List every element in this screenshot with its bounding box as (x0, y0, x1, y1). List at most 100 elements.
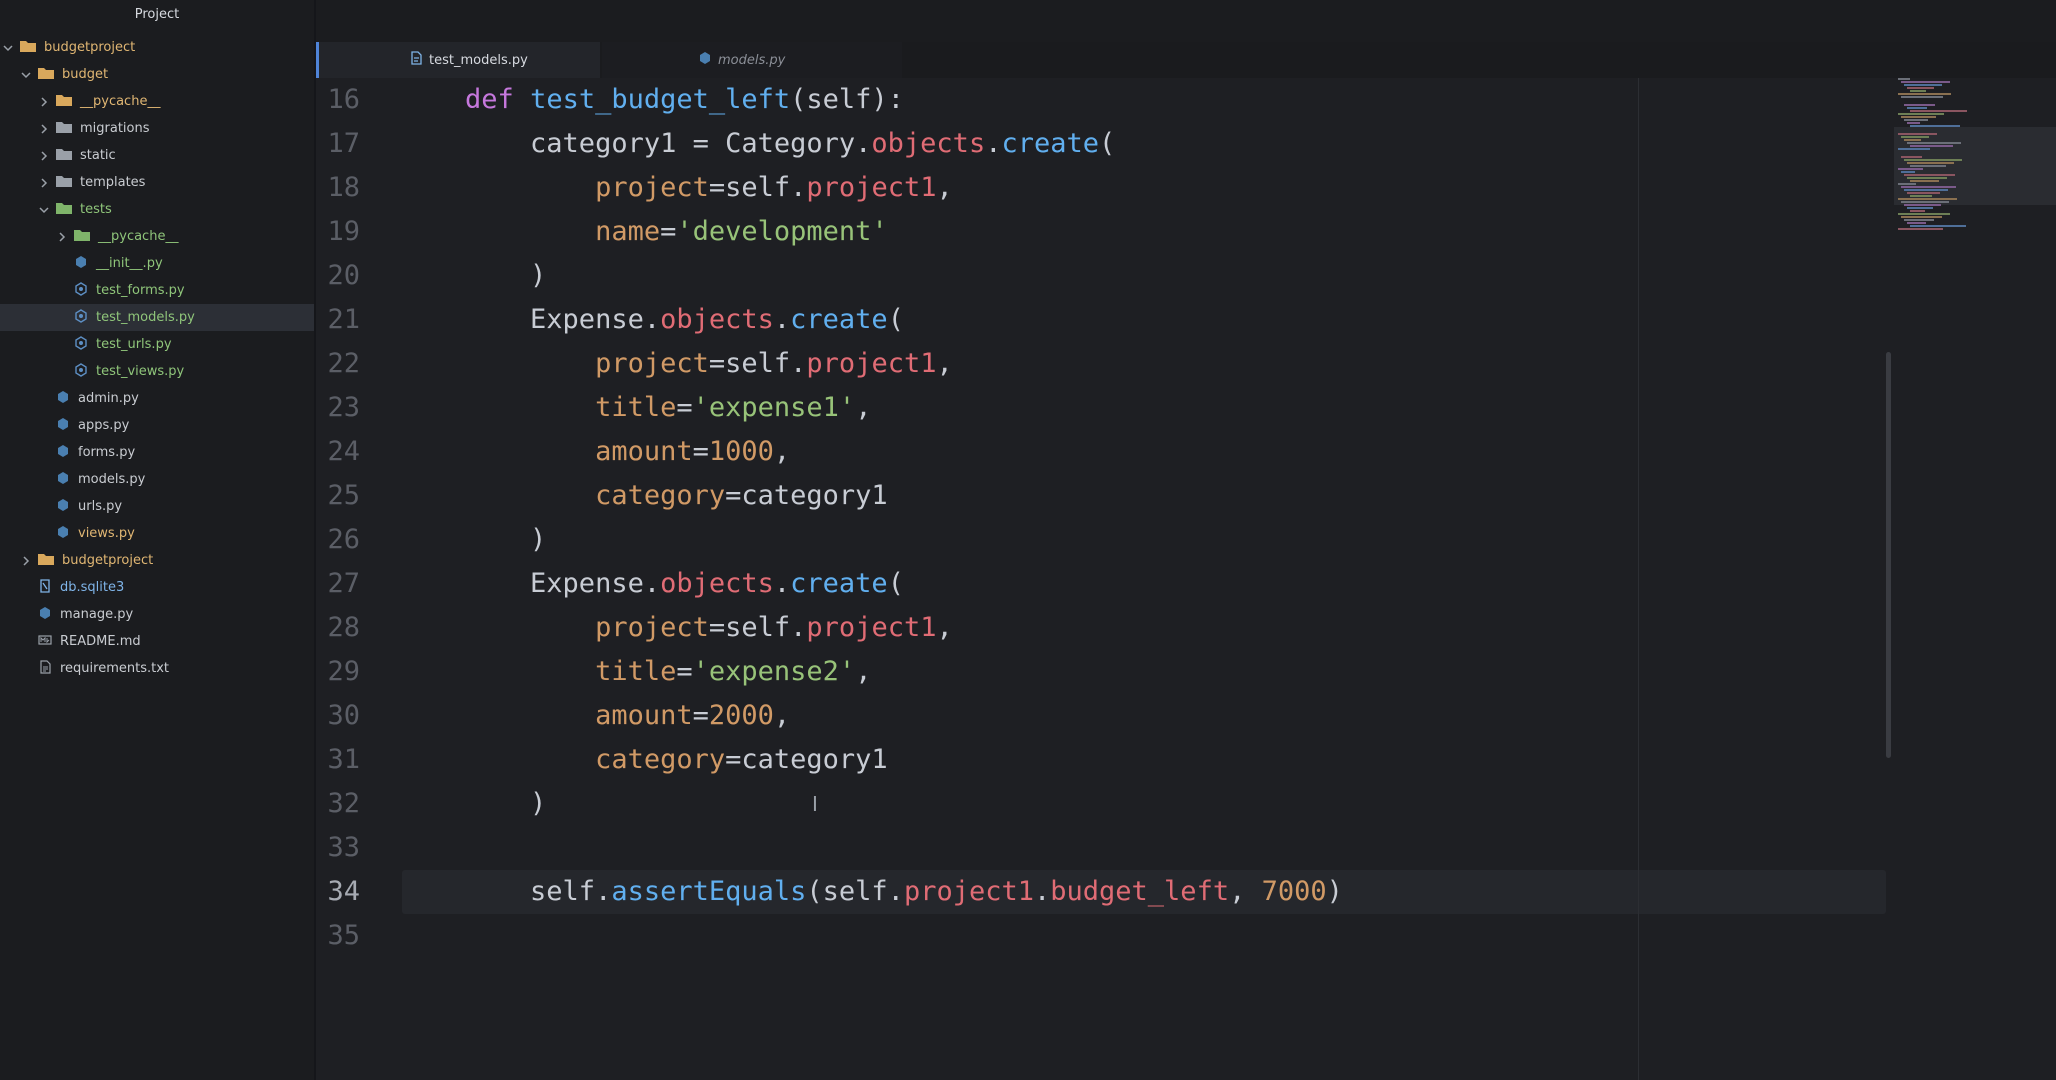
tree-file[interactable]: manage.py (0, 601, 314, 628)
code-line[interactable]: 29 title='expense2', (316, 650, 1876, 694)
chevron-right-icon[interactable] (56, 231, 68, 243)
line-number: 18 (327, 172, 360, 203)
tree-folder[interactable]: budgetproject (0, 547, 314, 574)
sidebar-title: Project (134, 7, 180, 22)
line-text: self.assertEquals(self.project1.budget_l… (400, 870, 1343, 914)
code-line[interactable]: 35 (316, 914, 1876, 958)
code-token: 2000 (708, 700, 774, 731)
minimap[interactable] (1894, 78, 2056, 278)
code-token: , (855, 392, 872, 423)
tree-item-label: apps.py (78, 418, 130, 433)
chevron-right-icon[interactable] (38, 123, 50, 135)
code-token: title (595, 656, 677, 687)
tree-file[interactable]: __init__.py (0, 250, 314, 277)
line-number: 22 (327, 348, 360, 379)
tree-folder[interactable]: budget (0, 61, 314, 88)
code-line[interactable]: 33 (316, 826, 1876, 870)
tab-test-models[interactable]: test_models.py (316, 42, 600, 78)
minimap-line (1904, 189, 1948, 191)
code-line[interactable]: 23 title='expense1', (316, 386, 1876, 430)
minimap-line (1898, 78, 1910, 80)
code-line[interactable]: 21 Expense.objects.create( (316, 298, 1876, 342)
minimap-line (1910, 165, 1946, 167)
python-test-icon (74, 281, 96, 300)
code-token: ( (1099, 128, 1116, 159)
tree-folder[interactable]: budgetproject (0, 34, 314, 61)
code-area[interactable]: 16 def test_budget_left(self): 17 categor… (316, 78, 2056, 1080)
chevron-right-icon[interactable] (20, 555, 32, 567)
minimap-line (1910, 210, 1925, 212)
markdown-icon (38, 633, 60, 651)
line-number: 32 (327, 788, 360, 819)
tree-file[interactable]: test_views.py (0, 358, 314, 385)
tree-file[interactable]: test_forms.py (0, 277, 314, 304)
tree-file[interactable]: requirements.txt (0, 655, 314, 682)
tree-file[interactable]: models.py (0, 466, 314, 493)
tab-models[interactable]: models.py (602, 42, 902, 78)
code-token: def (465, 84, 531, 115)
tree-file[interactable]: admin.py (0, 385, 314, 412)
text-file-icon (38, 659, 60, 678)
vertical-scrollbar[interactable] (1886, 352, 1891, 758)
code-line[interactable]: 31 category=category1 (316, 738, 1876, 782)
code-line[interactable]: 17 category1 = Category.objects.create( (316, 122, 1876, 166)
tree-folder[interactable]: __pycache__ (0, 88, 314, 115)
minimap-line (1907, 142, 1961, 144)
code-line[interactable]: 26 ) (316, 518, 1876, 562)
minimap-line (1901, 81, 1950, 83)
folder-icon (50, 94, 80, 110)
tree-file[interactable]: test_models.py (0, 304, 314, 331)
tree-folder[interactable]: static (0, 142, 314, 169)
code-line[interactable]: 28 project=self.project1, (316, 606, 1876, 650)
code-token: =category1 (725, 480, 888, 511)
tree-item-label: test_urls.py (96, 337, 172, 352)
code-token: ) (400, 788, 547, 819)
line-text: category1 = Category.objects.create( (400, 122, 1115, 166)
tree-file[interactable]: test_urls.py (0, 331, 314, 358)
code-line[interactable]: 25 category=category1 (316, 474, 1876, 518)
tree-file[interactable]: urls.py (0, 493, 314, 520)
code-token: category (595, 480, 726, 511)
minimap-line (1898, 133, 1937, 135)
chevron-down-icon[interactable] (38, 204, 50, 216)
code-line[interactable]: 34 self.assertEquals(self.project1.budge… (316, 870, 1876, 914)
line-number: 24 (327, 436, 360, 467)
minimap-line (1904, 219, 1934, 221)
code-line[interactable]: 20 ) (316, 254, 1876, 298)
line-text: ) (400, 782, 546, 826)
minimap-line (1901, 201, 1949, 203)
line-text: Expense.objects.create( (400, 298, 904, 342)
code-line[interactable]: 30 amount=2000, (316, 694, 1876, 738)
line-number: 17 (327, 128, 360, 159)
tree-folder[interactable]: tests (0, 196, 314, 223)
python-test-icon (74, 308, 96, 327)
chevron-down-icon[interactable] (2, 42, 14, 54)
tree-folder[interactable]: __pycache__ (0, 223, 314, 250)
code-line[interactable]: 27 Expense.objects.create( (316, 562, 1876, 606)
code-line[interactable]: 32 ) (316, 782, 1876, 826)
code-line[interactable]: 22 project=self.project1, (316, 342, 1876, 386)
chevron-right-icon[interactable] (38, 177, 50, 189)
code-line[interactable]: 18 project=self.project1, (316, 166, 1876, 210)
tree-file[interactable]: forms.py (0, 439, 314, 466)
tree-file[interactable]: views.py (0, 520, 314, 547)
minimap-line (1901, 136, 1929, 138)
tree-file[interactable]: README.md (0, 628, 314, 655)
tree-folder[interactable]: templates (0, 169, 314, 196)
code-token: , (936, 172, 953, 203)
tree-item-label: static (80, 148, 116, 163)
tree-file[interactable]: db.sqlite3 (0, 574, 314, 601)
code-line[interactable]: 24 amount=1000, (316, 430, 1876, 474)
line-text: project=self.project1, (400, 166, 953, 210)
code-token: , (773, 436, 791, 467)
code-line[interactable]: 19 name='development' (316, 210, 1876, 254)
tree-folder[interactable]: migrations (0, 115, 314, 142)
chevron-right-icon[interactable] (38, 150, 50, 162)
minimap-line (1910, 180, 1939, 182)
chevron-right-icon[interactable] (38, 96, 50, 108)
chevron-down-icon[interactable] (20, 69, 32, 81)
tree-file[interactable]: apps.py (0, 412, 314, 439)
line-text: amount=1000, (400, 430, 790, 474)
code-line[interactable]: 16 def test_budget_left(self): (316, 78, 1876, 122)
